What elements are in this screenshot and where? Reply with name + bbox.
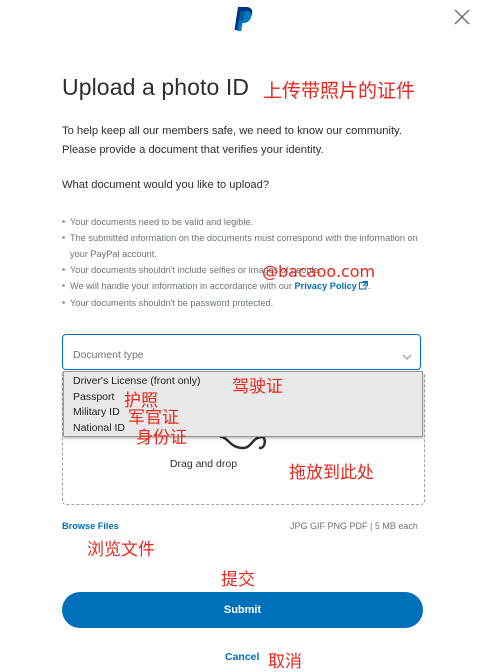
browse-annotation: 浏览文件	[87, 540, 155, 560]
watermark: @bacaoo.com	[262, 262, 376, 281]
submit-button[interactable]: Submit	[62, 592, 423, 628]
drivers-license-annotation: 驾驶证	[232, 377, 283, 397]
browse-files-link[interactable]: Browse Files	[62, 521, 119, 531]
document-type-select[interactable]: Document type	[62, 334, 421, 370]
document-question: What document would you like to upload?	[62, 179, 270, 191]
document-type-label: Document type	[73, 349, 144, 361]
list-item: The submitted information on the documen…	[62, 230, 424, 262]
privacy-text: We will handle your information in accor…	[70, 281, 295, 291]
privacy-period: .	[367, 281, 371, 291]
title-annotation: 上传带照片的证件	[263, 80, 416, 102]
list-item: Your documents shouldn't be password pro…	[62, 295, 424, 311]
paypal-logo-icon	[231, 6, 255, 32]
chevron-down-icon	[402, 348, 412, 366]
intro-text: To help keep all our members safe, we ne…	[62, 125, 402, 156]
privacy-policy-link[interactable]: Privacy Policy	[295, 281, 368, 291]
option-national-id[interactable]: National ID	[73, 421, 422, 437]
drag-annotation: 拖放到此处	[289, 463, 374, 483]
close-icon[interactable]	[453, 8, 471, 26]
cancel-link[interactable]: Cancel	[225, 651, 259, 663]
privacy-policy-label[interactable]: Privacy Policy	[295, 281, 357, 291]
external-link-icon	[358, 279, 368, 295]
submit-annotation: 提交	[221, 570, 255, 590]
list-item: Your documents need to be valid and legi…	[62, 214, 424, 230]
page-title: Upload a photo ID	[62, 74, 250, 100]
national-id-annotation: 身份证	[136, 428, 187, 448]
file-format-info: JPG GIF PNG PDF | 5 MB each	[290, 521, 418, 531]
cancel-annotation: 取消	[268, 652, 302, 672]
